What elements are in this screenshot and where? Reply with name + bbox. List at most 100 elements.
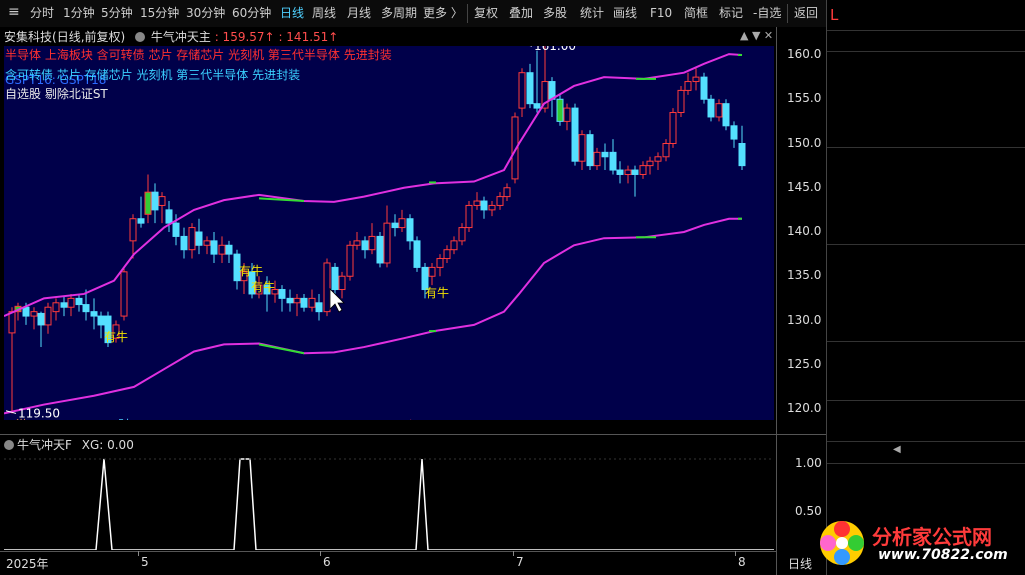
header-control-icons[interactable]: ▲ ▼ ✕ (740, 29, 773, 42)
candle-body (60, 302, 68, 308)
candle-body (616, 169, 624, 175)
band-flat-segment (258, 343, 305, 355)
toolbar-button-2[interactable]: 多股 (543, 5, 567, 22)
y-tick-label: 135.0 (787, 268, 822, 283)
candle-body (323, 262, 331, 313)
candle-body (30, 311, 38, 317)
candle-body (144, 191, 152, 215)
candle-body (8, 311, 16, 334)
candle-body (707, 98, 715, 118)
candle-body (593, 151, 601, 167)
candle-body (700, 76, 708, 100)
candle-body (90, 311, 98, 317)
stat-row (830, 304, 1024, 323)
stock-name: 安集科技 (4, 30, 53, 44)
toolbar-button-3[interactable]: 统计 (580, 5, 604, 22)
candle-body (586, 134, 594, 167)
candle-body (722, 103, 730, 127)
period-tab-6[interactable]: 日线 (280, 5, 304, 22)
period-tab-1[interactable]: 1分钟 (63, 5, 95, 22)
period-tab-2[interactable]: 5分钟 (101, 5, 133, 22)
period-tab-3[interactable]: 15分钟 (140, 5, 179, 22)
period-tab-4[interactable]: 30分钟 (186, 5, 225, 22)
candle-body (526, 72, 534, 105)
toolbar-button-5[interactable]: F10 (650, 5, 672, 22)
y-tick-label: 160.0 (787, 47, 822, 61)
divider (827, 441, 1025, 442)
candle-body (624, 169, 632, 175)
candle-body (480, 200, 488, 211)
candle-body (677, 89, 685, 114)
candle-body (639, 165, 647, 175)
bid-row (830, 169, 1024, 188)
period-label[interactable]: 日线 (788, 555, 812, 572)
toolbar-button-9[interactable]: 返回 (794, 5, 818, 22)
toolbar-button-0[interactable]: 复权 (474, 5, 498, 22)
candle-body (293, 297, 301, 304)
candle-body (473, 200, 481, 206)
settings-icon[interactable] (135, 32, 146, 42)
indicator-val2: : 141.51↑ (278, 30, 339, 44)
candlestick-chart[interactable]: 161.00119.50有牛有牛有牛有牛激财$ (4, 46, 774, 420)
collapse-arrow-icon[interactable]: ◀ (893, 444, 901, 455)
candle-body (376, 235, 384, 264)
candle-body (37, 312, 45, 326)
candle-body (188, 227, 196, 251)
period-tab-9[interactable]: 多周期 (381, 5, 417, 22)
divider (827, 30, 1025, 31)
period-tab-10[interactable]: 更多 〉 (423, 5, 463, 22)
candle-body (158, 196, 166, 206)
sub-settings-icon[interactable] (4, 440, 14, 450)
candle-body (346, 244, 354, 277)
toolbar-button-4[interactable]: 画线 (613, 5, 637, 22)
toolbar-button-6[interactable]: 简框 (684, 5, 708, 22)
candle-body (361, 240, 369, 251)
stat-row (830, 343, 1024, 362)
x-axis-tick (320, 551, 321, 556)
candle-body (646, 160, 654, 167)
period-tab-7[interactable]: 周线 (312, 5, 336, 22)
stat-row (830, 323, 1024, 342)
tick-row (830, 466, 1024, 485)
reg-row (830, 402, 1024, 421)
signal-chart[interactable] (4, 452, 774, 550)
period-tab-8[interactable]: 月线 (347, 5, 371, 22)
candle-body (496, 196, 504, 206)
event-marker[interactable]: 激 (16, 418, 28, 420)
candle-body (669, 112, 677, 145)
candle-body (488, 204, 496, 211)
toolbar-button-8[interactable]: -自选 (753, 5, 781, 22)
menu-icon[interactable]: ≡ (8, 4, 20, 20)
x-axis-label: 6 (323, 555, 331, 569)
indicator-name[interactable]: 牛气冲天主 (151, 30, 211, 44)
x-axis-tick (735, 551, 736, 556)
sub-indicator-name[interactable]: 牛气冲天F (17, 438, 72, 452)
candle-body (413, 240, 421, 268)
candle-body (631, 169, 639, 175)
event-marker[interactable]: $ (407, 418, 415, 420)
candle-body (571, 107, 579, 162)
candle-body (151, 191, 159, 211)
toolbar-button-7[interactable]: 标记 (719, 5, 743, 22)
quote-title: L (830, 6, 848, 26)
period-tab-5[interactable]: 60分钟 (232, 5, 271, 22)
period-tab-0[interactable]: 分时 (30, 5, 54, 22)
candle-body (730, 125, 738, 140)
stat-row (830, 285, 1024, 304)
y-tick-label: 150.0 (787, 135, 822, 150)
tag-line-1: 半导体 上海板块 含可转债 芯片 存储芯片 光刻机 第三代半导体 先进封装 (5, 48, 392, 62)
candle-body (738, 143, 746, 167)
toolbar-divider (787, 4, 788, 23)
candle-body (137, 218, 145, 224)
toolbar-button-1[interactable]: 叠加 (509, 5, 533, 22)
event-marker[interactable]: 财 (118, 418, 130, 420)
candle-body (308, 297, 316, 308)
sub-y-tick-label: 1.00 (795, 456, 822, 470)
main-flow-row: ◀ (830, 443, 1024, 462)
candle-body (180, 235, 188, 251)
bid-row (830, 208, 1024, 227)
y-tick-label: 130.0 (787, 312, 822, 327)
ask-row (830, 92, 1024, 111)
candle-body (218, 244, 226, 255)
flower-logo-icon (820, 521, 864, 565)
